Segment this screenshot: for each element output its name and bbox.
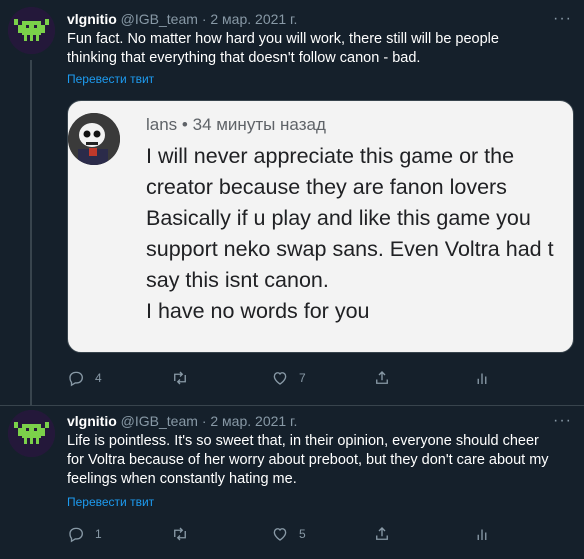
tweet-image[interactable]: lans • 34 минуты назад I will never appr…: [67, 100, 574, 353]
reply-button[interactable]: 1: [67, 524, 102, 544]
reply-count: 1: [95, 527, 102, 541]
tweet-date[interactable]: 2 мар. 2021 г.: [210, 11, 297, 27]
skull-avatar-icon: [68, 113, 120, 165]
retweet-button[interactable]: [171, 368, 199, 388]
tweet-text-line: Life is pointless. It's so sweet that, i…: [67, 433, 539, 449]
analytics-icon: [477, 373, 487, 384]
analytics-button[interactable]: [473, 368, 491, 388]
retweet-icon: [174, 371, 186, 385]
tweet-actions: 1 5: [67, 524, 547, 544]
tweet-text-line: feelings when constantly hating me.: [67, 471, 297, 487]
like-count: 7: [299, 371, 306, 385]
tweet-header: vlgnitio @IGB_team · 2 мар. 2021 г.: [67, 412, 297, 430]
quoted-line: I have no words for you: [146, 299, 370, 323]
retweet-button[interactable]: [171, 524, 199, 544]
tweet-text-line: thinking that everything that doesn't fo…: [67, 50, 421, 66]
heart-icon: [273, 528, 287, 541]
quoted-avatar: [68, 113, 120, 165]
quoted-line: I will never appreciate this game or the: [146, 144, 515, 168]
retweet-icon: [174, 527, 186, 541]
reply-count: 4: [95, 371, 102, 385]
quoted-time: 34 минуты назад: [192, 115, 326, 134]
user-avatar[interactable]: [8, 410, 55, 457]
share-icon: [376, 527, 388, 540]
user-handle[interactable]: @IGB_team: [121, 413, 198, 429]
translate-tweet-link[interactable]: Перевести твит: [67, 495, 154, 509]
quoted-line: Basically if u play and like this game y…: [146, 206, 531, 230]
header-separator: ·: [201, 413, 207, 429]
like-button[interactable]: 5: [271, 524, 306, 544]
quoted-line: support neko swap sans. Even Voltra had …: [146, 237, 554, 261]
header-separator: ·: [201, 11, 207, 27]
quoted-header: lans • 34 минуты назад: [146, 115, 326, 135]
more-options-button[interactable]: ···: [553, 11, 572, 27]
tweet-date[interactable]: 2 мар. 2021 г.: [210, 413, 297, 429]
quoted-text: I will never appreciate this game or the…: [146, 141, 573, 327]
share-button[interactable]: [373, 368, 391, 388]
more-options-button[interactable]: ···: [553, 413, 572, 429]
tweet-2[interactable]: vlgnitio @IGB_team · 2 мар. 2021 г. ··· …: [0, 406, 584, 559]
analytics-button[interactable]: [473, 524, 491, 544]
like-count: 5: [299, 527, 306, 541]
share-icon: [376, 371, 388, 384]
tweet-text: Life is pointless. It's so sweet that, i…: [67, 432, 577, 489]
bug-logo-icon: [8, 7, 55, 54]
quoted-line: say this isnt canon.: [146, 268, 329, 292]
translate-tweet-link[interactable]: Перевести твит: [67, 72, 154, 86]
thread-line: [30, 60, 32, 405]
display-name[interactable]: vlgnitio: [67, 11, 117, 27]
tweet-header: vlgnitio @IGB_team · 2 мар. 2021 г.: [67, 10, 297, 28]
reply-button[interactable]: 4: [67, 368, 102, 388]
quoted-name: lans: [146, 115, 178, 134]
heart-icon: [273, 372, 287, 385]
tweet-text-line: Fun fact. No matter how hard you will wo…: [67, 31, 499, 47]
tweet-actions: 4 7: [67, 368, 547, 388]
tweet-1[interactable]: vlgnitio @IGB_team · 2 мар. 2021 г. ··· …: [0, 0, 584, 405]
share-button[interactable]: [373, 524, 391, 544]
tweet-text-line: for Voltra because of her worry about pr…: [67, 452, 549, 468]
tweet-text: Fun fact. No matter how hard you will wo…: [67, 30, 577, 68]
bug-logo-icon: [8, 410, 55, 457]
quoted-separator: •: [181, 115, 188, 134]
quoted-line: creator because they are fanon lovers: [146, 175, 507, 199]
like-button[interactable]: 7: [271, 368, 306, 388]
user-avatar[interactable]: [8, 7, 55, 54]
user-handle[interactable]: @IGB_team: [121, 11, 198, 27]
reply-icon: [69, 527, 83, 543]
reply-icon: [69, 371, 83, 387]
display-name[interactable]: vlgnitio: [67, 413, 117, 429]
analytics-icon: [477, 529, 487, 540]
